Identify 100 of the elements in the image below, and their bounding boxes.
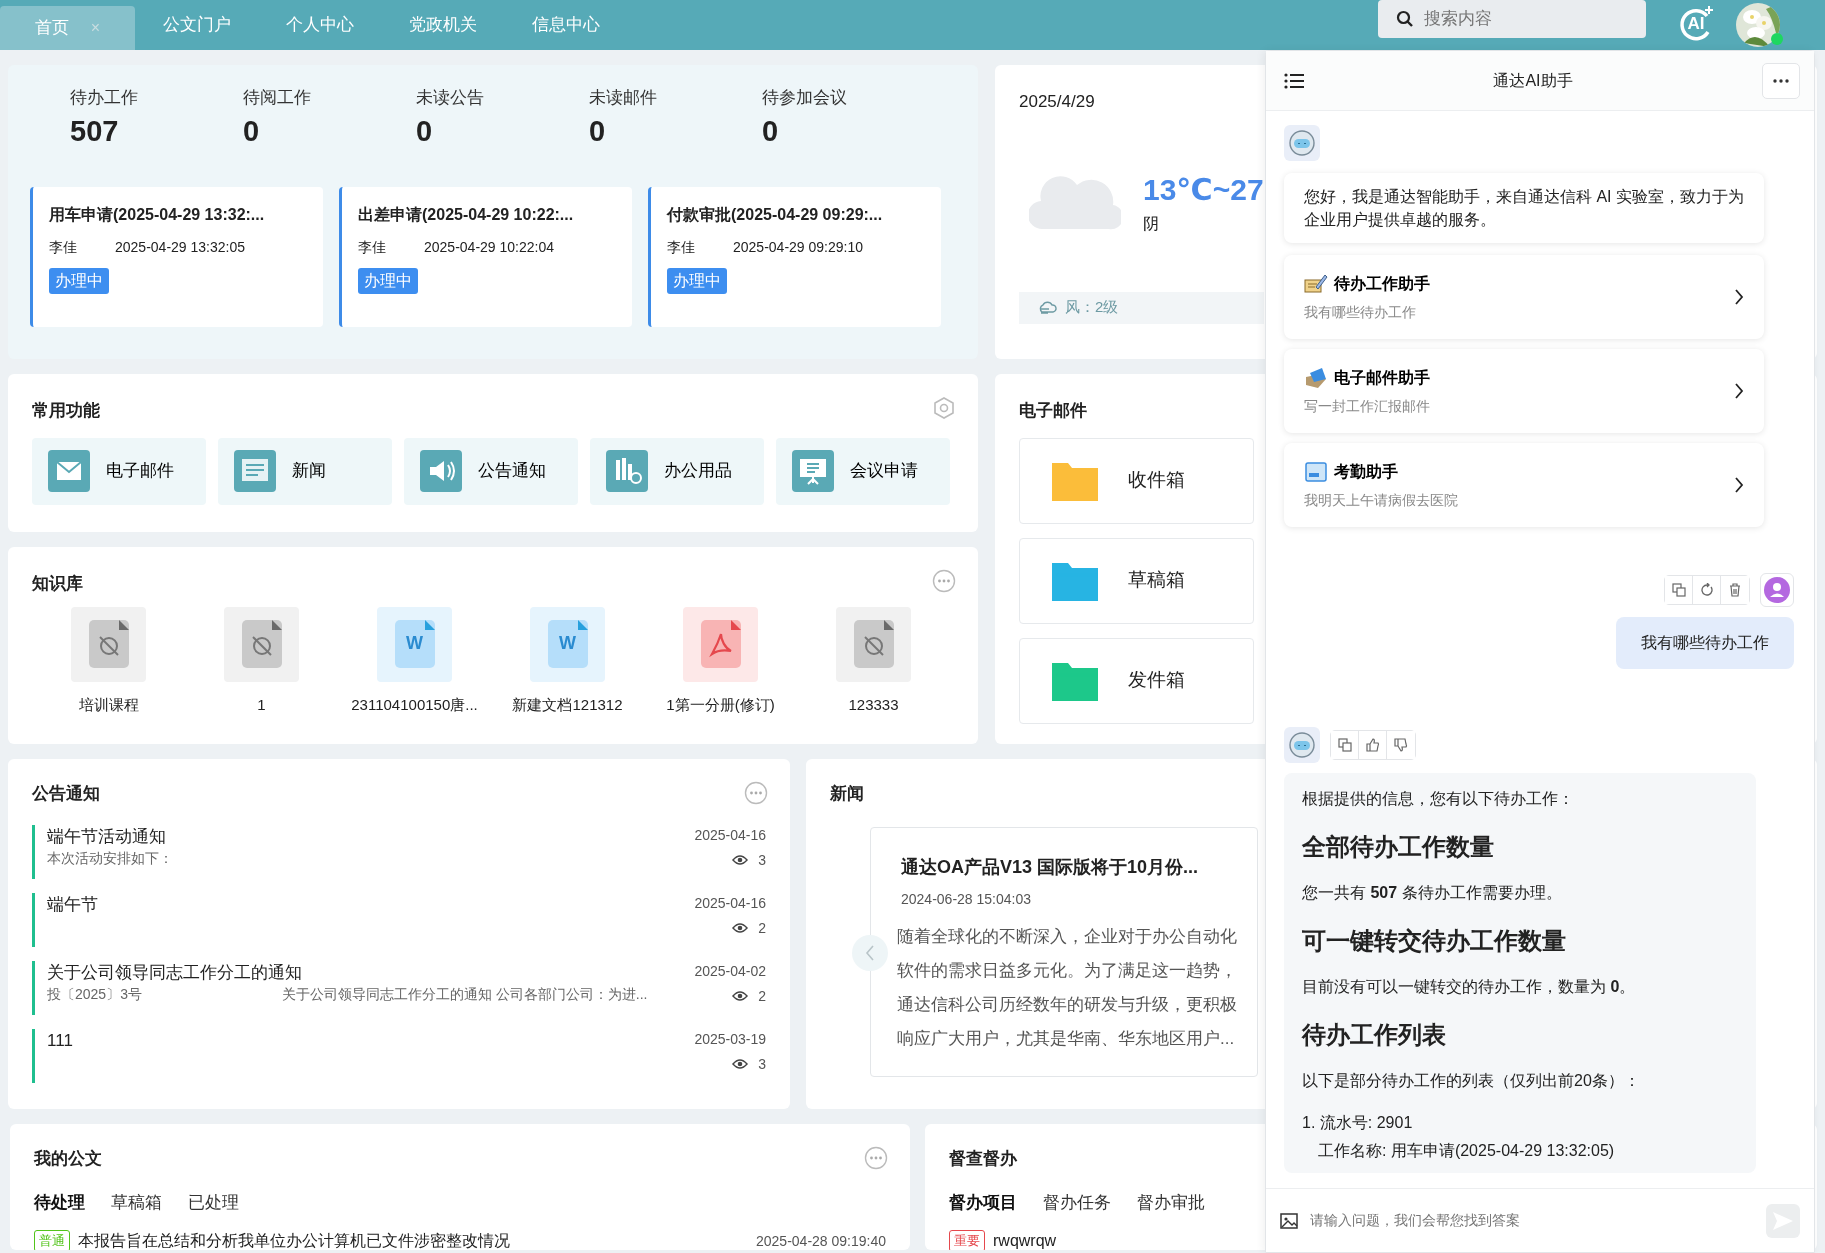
shortcut-button[interactable]: 新闻 [218,437,392,505]
shortcut-button[interactable]: 电子邮件 [32,437,206,505]
section-title: 新闻 [830,783,864,805]
notice-summary: 本次活动安排如下： [47,849,173,869]
section-title: 常用功能 [32,400,100,422]
stat-value[interactable]: 0 [243,110,311,152]
notice-date: 2025-04-16 [694,893,766,913]
image-icon[interactable] [1280,1211,1298,1230]
workflow-card[interactable]: 付款审批(2025-04-29 09:29:... 李佳 2025-04-29 09:29:10 办理中 [648,187,941,328]
document-icon [394,620,435,668]
file-name[interactable]: 1第一分册(修订) [666,693,775,716]
notice-date: 2025-04-16 [694,825,766,845]
workflow-time: 2025-04-29 09:29:10 [733,238,863,258]
suggestion-prompt: 我明天上午请病假去医院 [1304,490,1459,510]
chevron-left-icon [865,944,875,961]
workflow-card[interactable]: 用车申请(2025-04-29 13:32:... 李佳 2025-04-29 13:32:05 办理中 [30,187,323,328]
more-icon[interactable] [864,1146,888,1170]
more-button[interactable] [1762,62,1800,99]
workflow-title: 付款审批(2025-04-29 09:29:... [667,205,884,226]
document-icon [547,620,588,668]
document-title[interactable]: rwqwrqw [993,1229,1057,1250]
workflow-time: 2025-04-29 10:22:04 [424,238,554,258]
note-icon [1304,272,1328,295]
notice-title[interactable]: 端午节活动通知 [47,824,695,849]
thumbs-up-icon [1365,738,1380,753]
notice-title[interactable]: 111 [47,1028,695,1053]
search-field[interactable]: 搜索内容 [1378,0,1646,38]
answer-heading: 可一键转交待办工作数量 [1302,926,1567,957]
copy-button[interactable] [1665,576,1693,605]
file-name[interactable]: 培训课程 [78,693,139,716]
notice-number: 投〔2025〕3号 [47,985,142,1005]
section-title: 督查督办 [949,1148,1017,1170]
tab[interactable]: 督办项目 [949,1189,1017,1215]
speaker-icon [420,450,462,492]
panel-title: 通达AI助手 [1492,70,1574,91]
news-card[interactable]: 通达OA产品V13 国际版将于10月份... 2024-06-28 15:04:03 随着全球化的不断深入，企业对于办公自动化软件的需求日益多元化。为了满足这一趋势，通达信科公司历经数年的研发与升级，更积极响应广大用户，尤其是华南、华东地区用户... [870,826,1258,1077]
tab[interactable]: 督办审批 [1137,1189,1205,1215]
stat-label: 待阅工作 [243,87,311,109]
stat-label: 待办工作 [70,87,138,109]
user-message: 我有哪些待办工作 [1616,617,1794,670]
more-icon[interactable] [744,781,768,805]
greeting-message: 您好，我是通达智能助手，来自通达信科 AI 实验室，致力于为企业用户提供卓越的服务。 [1284,173,1764,244]
more-icon[interactable] [932,569,956,593]
mail-folder[interactable]: 收件箱 [1019,437,1254,524]
answer-heading: 待办工作列表 [1302,1020,1447,1051]
settings-icon[interactable] [932,396,956,420]
suggestion-card[interactable]: 考勤助手 我明天上午请病假去医院 [1284,443,1764,528]
file-tile[interactable] [71,606,146,682]
copy-button[interactable] [1331,731,1359,760]
file-name[interactable]: 123333 [848,693,899,716]
online-dot [1771,33,1783,45]
bot-avatar [1284,125,1320,161]
file-name[interactable]: 231104100150唐... [351,693,478,716]
workflow-title: 用车申请(2025-04-29 13:32:... [49,205,266,226]
stat-label: 未读公告 [416,87,484,109]
document-icon [241,620,282,668]
file-tile[interactable] [683,606,758,682]
answer-list-item: 1. 流水号: 2901 [1302,1113,1414,1134]
supplies-icon [606,450,648,492]
workflow-user: 李佳 [358,238,386,258]
file-name[interactable]: 新建文档121312 [512,693,623,716]
answer-paragraph: 您一共有 507 条待办工作需要办理。 [1302,883,1563,904]
shortcut-button[interactable]: 会议申请 [776,437,950,505]
suggestion-title: 待办工作助手 [1334,273,1430,294]
stat-value[interactable]: 0 [416,110,484,152]
stat-value[interactable]: 507 [70,110,138,152]
document-title[interactable]: 本报告旨在总结和分析我单位办公计算机已文件涉密整改情况 [78,1229,510,1250]
answer-paragraph: 以下是部分待办工作的列表（仅列出前20条）： [1302,1071,1641,1092]
notice-title[interactable]: 端午节 [47,892,695,917]
workflow-card[interactable]: 出差申请(2025-04-29 10:22:... 李佳 2025-04-29 10:22:04 办理中 [339,187,632,328]
user-avatar [1760,573,1794,608]
stat-value[interactable]: 0 [762,110,847,152]
more-icon [1773,78,1789,83]
answer-heading: 全部待办工作数量 [1302,832,1495,863]
news-icon [234,450,276,492]
tab[interactable]: 待处理 [34,1189,85,1215]
suggestion-card[interactable]: 电子邮件助手 写一封工作汇报邮件 [1284,349,1764,434]
status-badge: 办理中 [49,268,109,295]
notice-title[interactable]: 关于公司领导同志工作分工的通知 [47,960,695,985]
tab[interactable]: 已处理 [188,1189,239,1215]
view-count: 2 [758,918,766,938]
eye-icon [732,854,749,866]
tab[interactable]: 督办任务 [1043,1189,1111,1215]
menu-icon[interactable] [1284,72,1304,89]
workflow-title: 出差申请(2025-04-29 10:22:... [358,205,575,226]
file-name[interactable]: 1 [257,693,266,716]
view-count: 3 [758,1054,766,1074]
tab[interactable]: 草稿箱 [111,1189,162,1215]
mail-folder[interactable]: 发件箱 [1019,637,1254,724]
shortcut-button[interactable]: 公告通知 [404,437,578,505]
stat-value[interactable]: 0 [589,110,657,152]
workflow-time: 2025-04-29 13:32:05 [115,238,245,258]
document-icon [853,620,894,668]
mail-folder[interactable]: 草稿箱 [1019,537,1254,624]
suggestion-card[interactable]: 待办工作助手 我有哪些待办工作 [1284,255,1764,340]
wind-level: 风：2级 [1065,297,1119,318]
file-tile[interactable] [836,606,911,682]
shortcut-button[interactable]: 办公用品 [590,437,764,505]
answer-paragraph: 根据提供的信息，您有以下待办工作： [1302,789,1575,810]
file-tile[interactable] [224,606,299,682]
